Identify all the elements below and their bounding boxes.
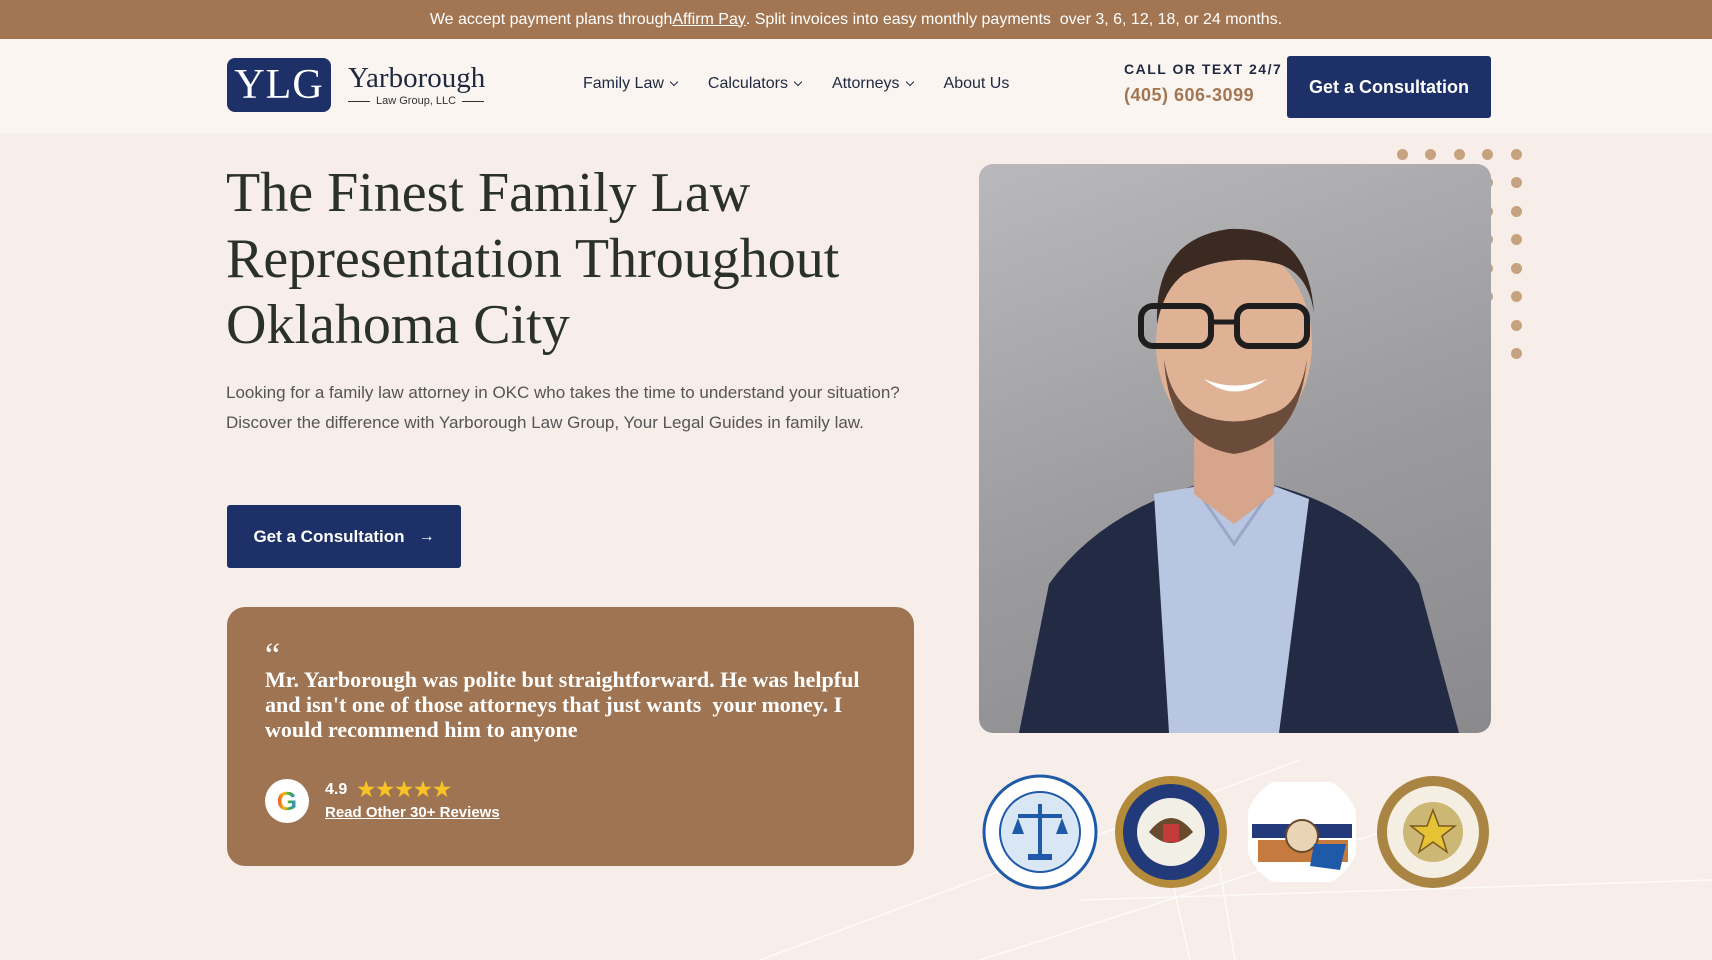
dot (1511, 320, 1522, 331)
nav-item-calculators[interactable]: Calculators (707, 75, 803, 93)
review-text: Mr. Yarborough was polite but straightfo… (265, 667, 865, 742)
dot (1454, 149, 1465, 160)
read-reviews-link[interactable]: Read Other 30+ Reviews (325, 804, 500, 821)
logo[interactable]: YLG Yarborough Law Group, LLC (227, 58, 485, 112)
nav-label-family-law: Family Law (583, 75, 664, 92)
logo-subtitle: Law Group, LLC (348, 95, 485, 107)
call-block: CALL OR TEXT 24/7 (405) 606-3099 (1124, 61, 1282, 106)
nav-label-calculators: Calculators (707, 75, 788, 92)
attorney-photo (979, 164, 1491, 733)
nav-item-family-law[interactable]: Family Law (583, 75, 679, 93)
dot (1482, 149, 1493, 160)
hero-cta-label: Get a Consultation (253, 526, 405, 546)
dot (1425, 149, 1436, 160)
cherokee-nation-seal-icon (1377, 776, 1489, 888)
nav-item-attorneys[interactable]: Attorneys (831, 75, 914, 93)
main-nav: Family Law Calculators Attorneys About U… (583, 75, 1009, 93)
chevron-down-icon (793, 77, 803, 87)
chevron-down-icon (669, 77, 679, 87)
attorney-portrait-illustration (1019, 228, 1459, 733)
promo-bar: We accept payment plans through Affirm P… (0, 0, 1712, 39)
dot (1511, 291, 1522, 302)
google-icon: G (265, 779, 309, 823)
google-letter: G (276, 785, 298, 816)
logo-rule-right (462, 100, 485, 102)
affiliation-badges (982, 774, 1492, 892)
site-header: YLG Yarborough Law Group, LLC Family Law… (0, 39, 1712, 133)
us-district-court-seal-icon (1115, 776, 1227, 888)
hero-title: The Finest Family Law Representation Thr… (226, 162, 840, 356)
chevron-down-icon (905, 77, 914, 87)
rating-value: 4.9 (325, 780, 348, 798)
dot (1397, 149, 1408, 160)
logo-sub-text: Law Group, LLC (376, 95, 457, 107)
rating: 4.9 ★★★★★ (325, 777, 452, 802)
logo-mark: YLG (227, 58, 331, 112)
hero-consultation-button[interactable]: Get a Consultation → (227, 505, 461, 568)
logo-name: Yarborough (348, 62, 486, 94)
call-label: CALL OR TEXT 24/7 (1124, 61, 1283, 77)
dot (1511, 149, 1522, 160)
nav-item-about-us[interactable]: About Us (944, 75, 1010, 93)
dot (1511, 348, 1522, 359)
dot (1511, 177, 1522, 188)
review-card: “ Mr. Yarborough was polite but straight… (227, 607, 914, 866)
nav-label-attorneys: Attorneys (831, 75, 900, 92)
oklahoma-bar-association-seal-icon (982, 774, 1098, 890)
dot (1511, 234, 1522, 245)
phone-link[interactable]: (405) 606-3099 (1124, 85, 1282, 106)
logo-text: Yarborough Law Group, LLC (348, 63, 485, 107)
cheyenne-arapaho-tribes-seal-icon (1248, 782, 1356, 882)
arrow-right-icon: → (418, 527, 435, 545)
header-consultation-button[interactable]: Get a Consultation (1287, 56, 1491, 118)
logo-rule-left (348, 100, 370, 102)
affirm-pay-link[interactable]: Affirm Pay (672, 11, 746, 29)
dot (1511, 263, 1522, 274)
promo-text-after: . Split invoices into easy monthly payme… (745, 10, 1283, 28)
dot (1511, 206, 1522, 217)
hero-description: Looking for a family law attorney in OKC… (226, 383, 900, 432)
promo-text-before: We accept payment plans through (429, 10, 673, 28)
star-rating-icon: ★★★★★ (357, 779, 452, 801)
nav-label-about-us: About Us (943, 75, 1010, 92)
